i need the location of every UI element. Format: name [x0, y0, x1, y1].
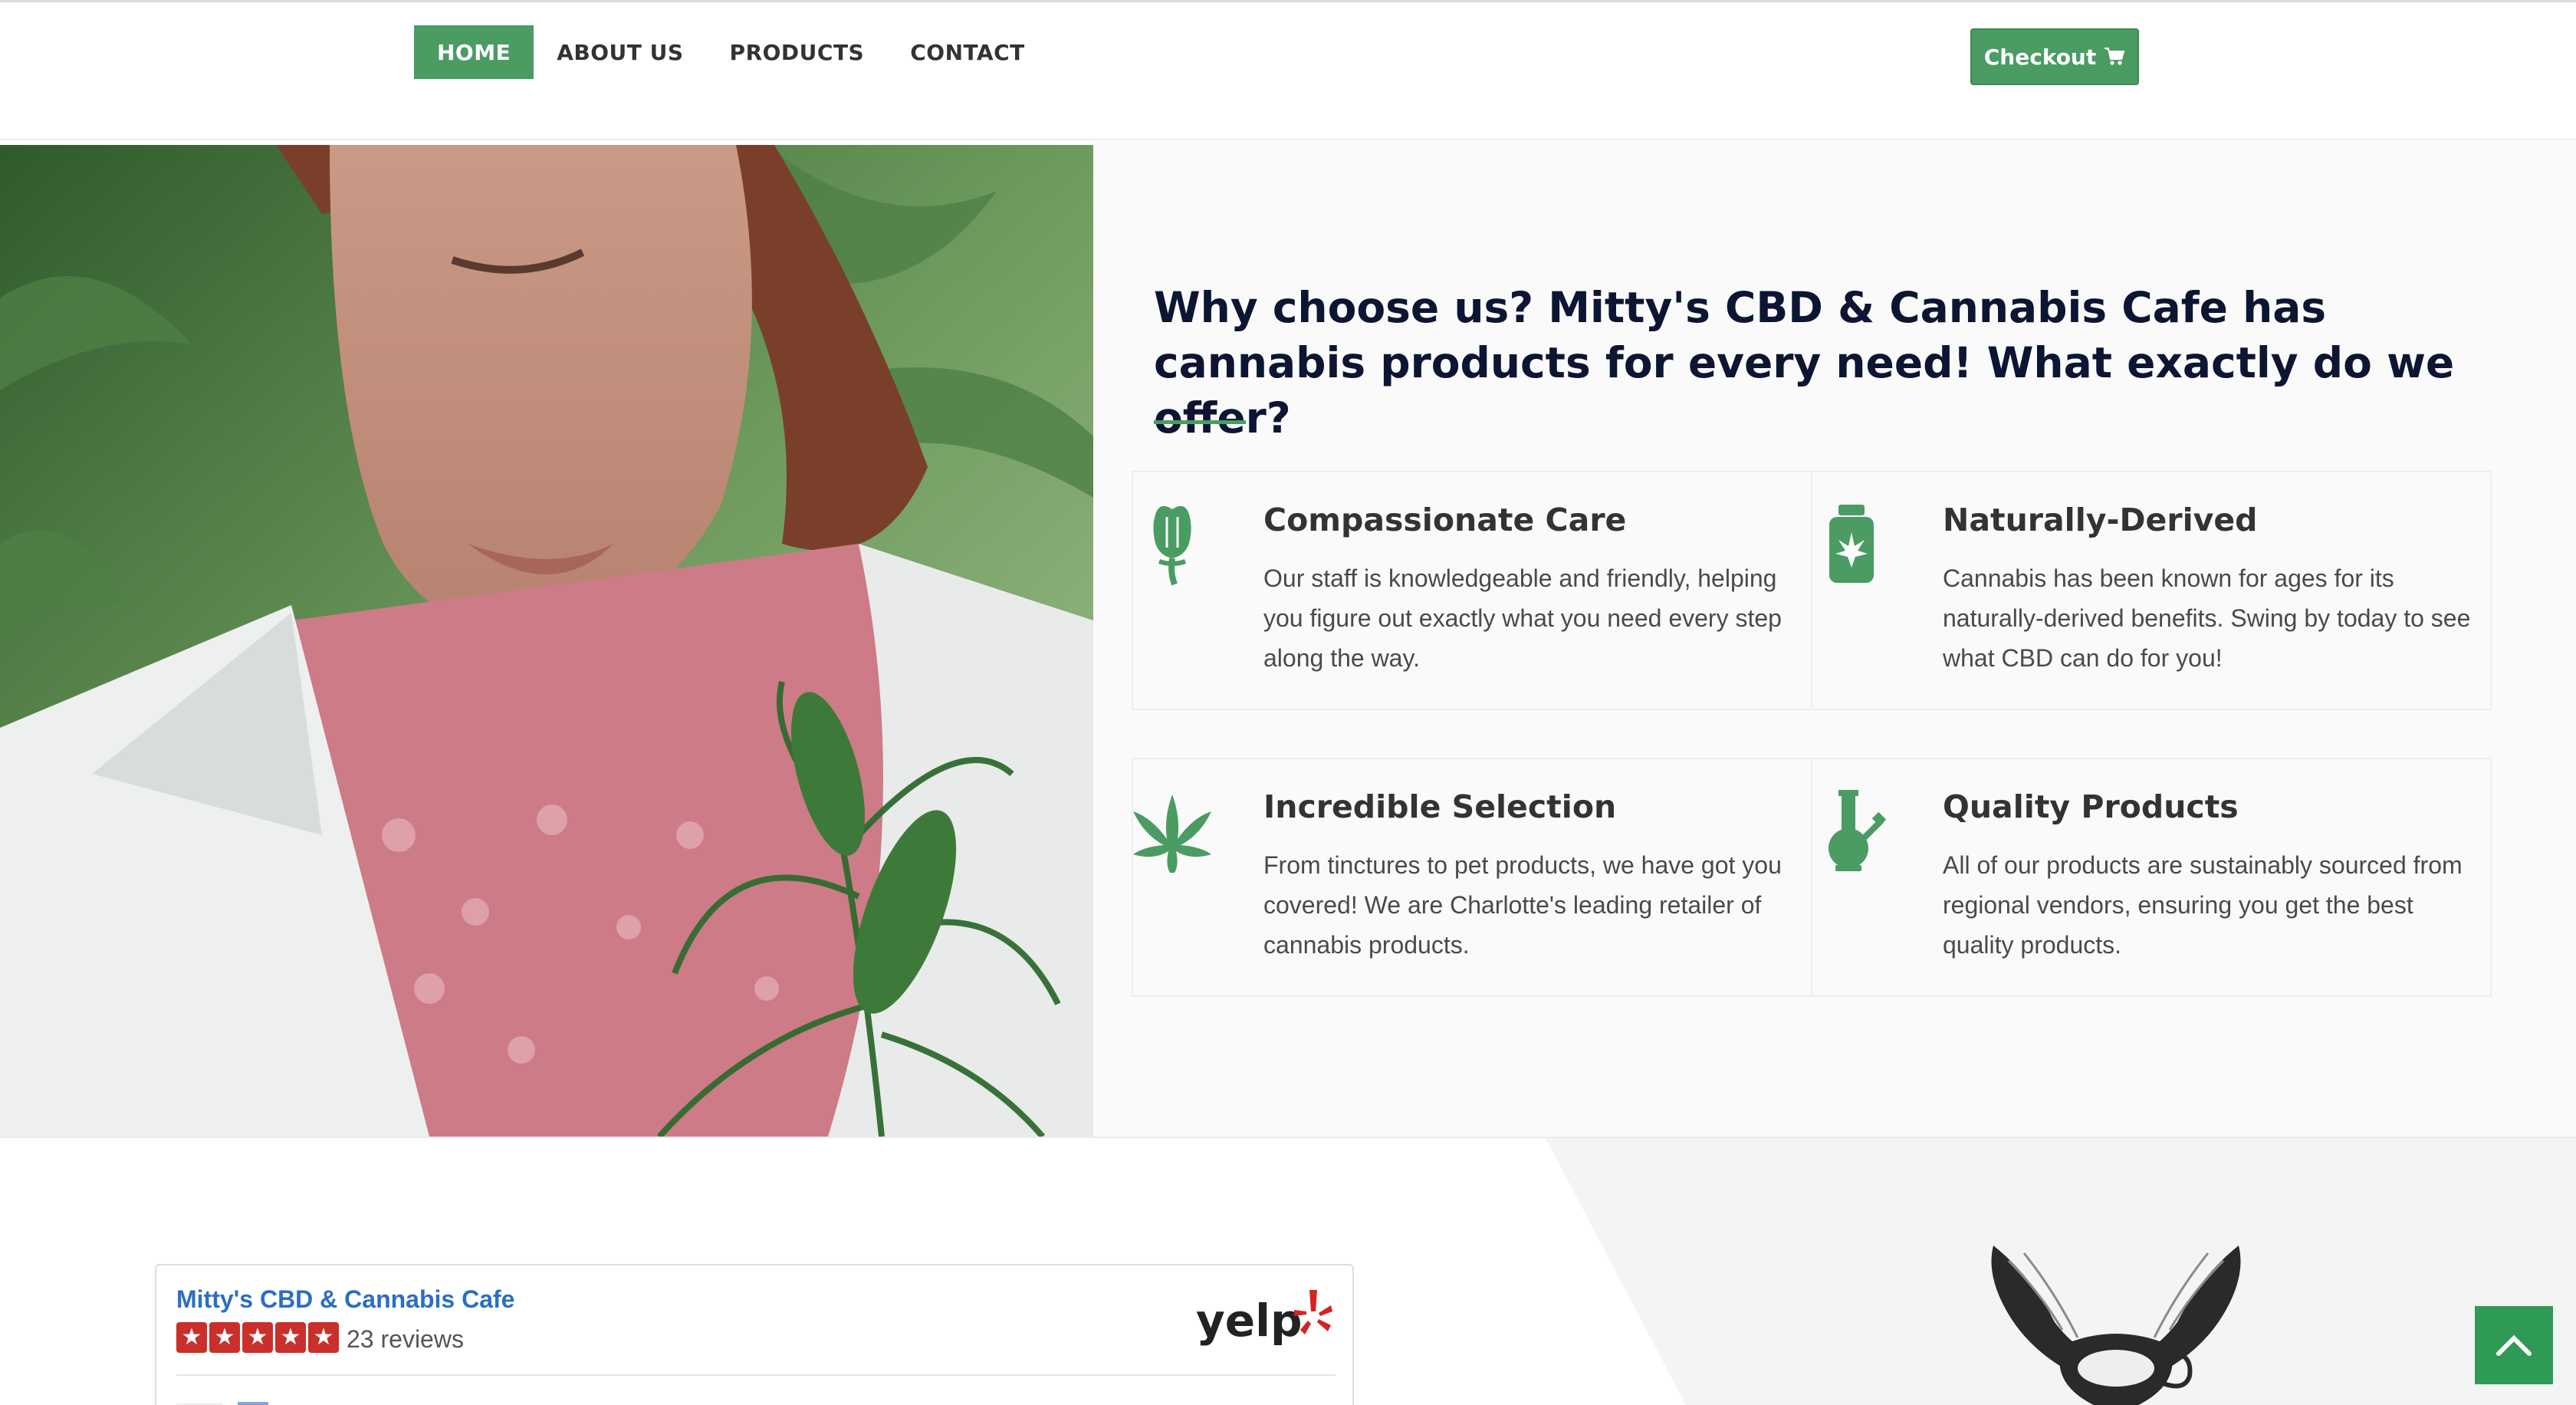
feature-card-quality-products: Quality Products All of our products are…: [1811, 758, 2492, 997]
yelp-business-name[interactable]: Mitty's CBD & Cannabis Cafe: [176, 1285, 514, 1314]
nav-home[interactable]: HOME: [414, 25, 534, 79]
yelp-star-rating: ★ ★ ★ ★ ★: [176, 1322, 339, 1353]
site-header: HOME ABOUT US PRODUCTS CONTACT Checkout: [0, 2, 2576, 140]
yelp-divider: [176, 1374, 1336, 1376]
feature-title: Naturally-Derived: [1943, 502, 2258, 538]
bong-icon: [1829, 790, 1886, 871]
yelp-review-count[interactable]: 23 reviews: [347, 1325, 464, 1354]
nav-about-us[interactable]: ABOUT US: [534, 25, 706, 79]
yelp-review-widget[interactable]: Mitty's CBD & Cannabis Cafe ★ ★ ★ ★ ★ 23…: [155, 1264, 1354, 1405]
yelp-logo[interactable]: yelp: [1196, 1282, 1334, 1351]
feature-card-incredible-selection: Incredible Selection From tinctures to p…: [1132, 758, 1812, 997]
poppy-bud-icon: [1153, 505, 1191, 586]
checkout-label: Checkout: [1983, 44, 2097, 70]
shopping-cart-icon: [2104, 48, 2125, 65]
title-underline: [1154, 420, 1246, 424]
why-choose-us-title: Why choose us? Mitty's CBD & Cannabis Ca…: [1154, 283, 2455, 443]
scroll-to-top-button[interactable]: [2475, 1306, 2553, 1384]
main-nav: HOME ABOUT US PRODUCTS CONTACT: [414, 25, 1048, 79]
star-icon: ★: [275, 1322, 306, 1353]
feature-card-naturally-derived: Naturally-Derived Cannabis has been know…: [1811, 471, 2492, 710]
hero-photo-woman-with-cannabis: [0, 145, 1093, 1137]
cannabis-jar-icon: [1829, 505, 1874, 583]
feature-description: From tinctures to pet products, we have …: [1263, 851, 1782, 959]
cannabis-leaf-icon: [1133, 795, 1211, 873]
yelp-logo-text: yelp: [1196, 1295, 1303, 1347]
nav-products[interactable]: PRODUCTS: [707, 25, 888, 79]
winged-cup-logo: [1991, 1245, 2241, 1405]
feature-description: All of our products are sustainably sour…: [1943, 851, 2463, 959]
feature-card-compassionate-care: Compassionate Care Our staff is knowledg…: [1132, 471, 1812, 710]
star-icon: ★: [308, 1322, 339, 1353]
star-icon: ★: [242, 1322, 273, 1353]
nav-contact[interactable]: CONTACT: [887, 25, 1048, 79]
reviewer-avatar: [176, 1402, 268, 1405]
feature-title: Compassionate Care: [1263, 502, 1627, 538]
star-icon: ★: [209, 1322, 240, 1353]
feature-title: Quality Products: [1943, 788, 2239, 825]
feature-description: Cannabis has been known for ages for its…: [1943, 564, 2471, 672]
feature-description: Our staff is knowledgeable and friendly,…: [1263, 564, 1782, 672]
reviews-section: Mitty's CBD & Cannabis Cafe ★ ★ ★ ★ ★ 23…: [0, 1137, 2576, 1405]
star-icon: ★: [176, 1322, 207, 1353]
feature-title: Incredible Selection: [1263, 788, 1617, 825]
chevron-up-icon: [2496, 1334, 2532, 1356]
checkout-button[interactable]: Checkout: [1970, 28, 2139, 85]
